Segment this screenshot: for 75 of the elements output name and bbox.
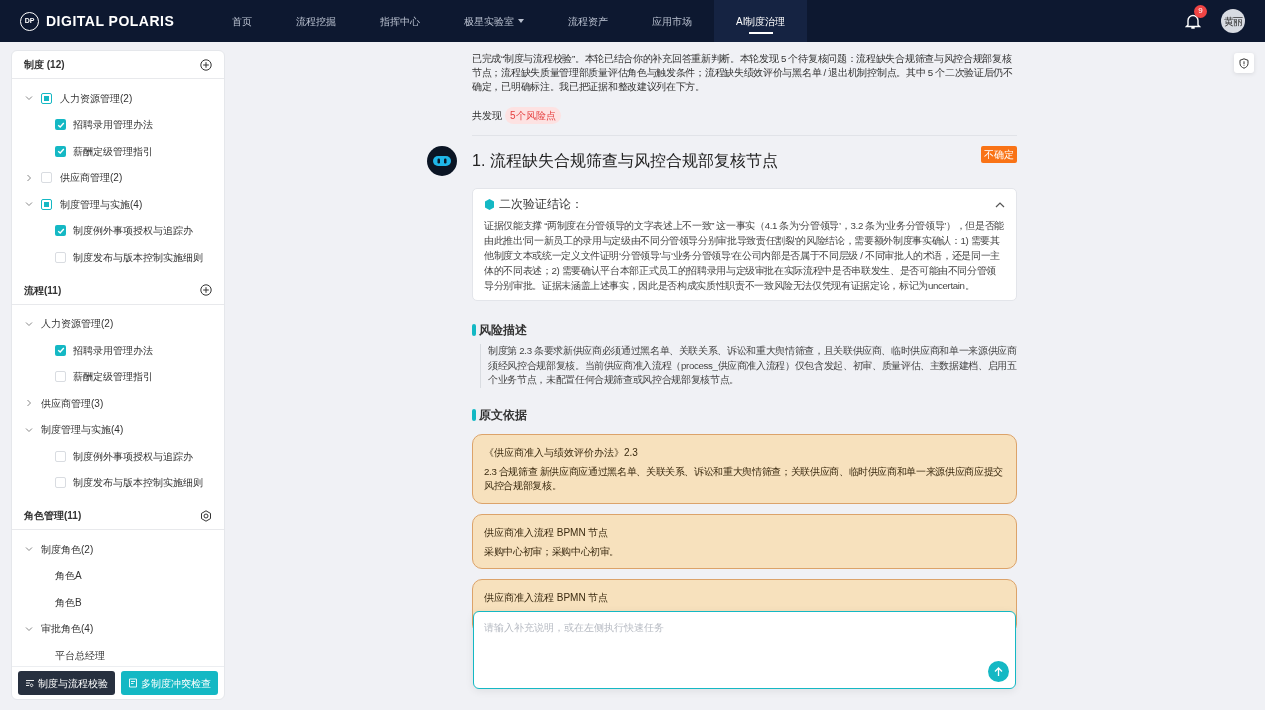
- tree-item[interactable]: 角色A: [55, 568, 82, 584]
- tree-item[interactable]: 制度发布与版本控制实施细则: [73, 249, 203, 265]
- checkbox[interactable]: [55, 225, 66, 237]
- tree-item[interactable]: 平台总经理: [55, 647, 105, 663]
- tree-item[interactable]: 招聘录用管理办法: [73, 342, 153, 358]
- list-icon: [25, 678, 35, 688]
- chevron-down-icon[interactable]: [25, 200, 33, 209]
- add-icon[interactable]: [200, 284, 212, 296]
- robot-avatar-icon: [427, 146, 457, 176]
- verification-title: 二次验证结论：: [499, 197, 584, 212]
- nav-tab[interactable]: 流程资产: [546, 0, 630, 42]
- action-button[interactable]: 制度与流程校验: [18, 671, 115, 695]
- chevron-down-icon[interactable]: [25, 425, 33, 434]
- evidence-title: 供应商准入流程 BPMN 节点: [484, 525, 610, 540]
- tree-item[interactable]: 薪酬定级管理指引: [73, 143, 153, 159]
- nav-tab[interactable]: 流程挖掘: [274, 0, 358, 42]
- tree-item[interactable]: 薪酬定级管理指引: [73, 369, 153, 385]
- tree-item[interactable]: 制度例外事项授权与追踪办: [73, 448, 193, 464]
- risk-title: 1. 流程缺失合规筛查与风控合规部复核节点: [472, 151, 779, 171]
- tree-item[interactable]: 招聘录用管理办法: [73, 117, 153, 133]
- checkbox[interactable]: [55, 119, 66, 131]
- user-avatar[interactable]: 黄丽: [1221, 9, 1245, 33]
- evidence-title: 《供应商准入与绩效评价办法》2.3: [484, 445, 639, 460]
- section-title: 制度 (12): [24, 58, 65, 72]
- section-title: 流程(11): [24, 283, 62, 298]
- chevron-down-icon[interactable]: [25, 624, 33, 633]
- tree-item[interactable]: 制度角色(2): [41, 541, 94, 557]
- tree-item[interactable]: 人力资源管理(2): [60, 90, 133, 106]
- brand-name: DIGITAL POLARIS: [46, 11, 175, 31]
- arrow-up-icon: [994, 666, 1003, 677]
- risk-count-badge: 5个风险点: [505, 107, 561, 124]
- tree-item[interactable]: 人力资源管理(2): [41, 316, 114, 332]
- evidence-text: 2.3 合规筛查 新供应商应通过黑名单、关联关系、诉讼和重大舆情筛查；关联供应商、临时供应商和单一来源供应商应提交风控合规部复核。: [484, 464, 1004, 494]
- status-badge: 不确定: [981, 146, 1017, 163]
- checkbox[interactable]: [55, 145, 66, 157]
- tree-item[interactable]: 制度管理与实施(4): [60, 196, 143, 212]
- nav-tab[interactable]: 极星实验室: [442, 0, 546, 42]
- risk-description: 制度第 2.3 条要求新供应商必须通过黑名单、关联关系、诉讼和重大舆情筛查，且关联供应商、临时供应商和单一来源供应商须经风控合规部复核。当前供应商准入流程（process_供应商准入流程）仅包含发起、初审、质量评估、主数据建档、启用五个业务节点，未配置任何合规筛查或风控合规部复核节点。: [480, 344, 1017, 388]
- nav-tab[interactable]: 应用市场: [630, 0, 714, 42]
- nav-tab[interactable]: AI制度治理: [714, 0, 808, 42]
- nav-tab[interactable]: 首页: [210, 0, 274, 42]
- tree-item[interactable]: 制度发布与版本控制实施细则: [73, 475, 203, 491]
- shield-button[interactable]: [1234, 53, 1254, 73]
- checkbox[interactable]: [41, 198, 52, 210]
- checkbox[interactable]: [55, 344, 66, 356]
- section-title: 角色管理(11): [24, 509, 82, 523]
- verification-text: 证据仅能支撑 “两制度在分管领导的文字表述上不一致” 这一事实（4.1 条为‘分管领导’，3.2 条为‘业务分管领导’），但是否能由此推出‘同一新员工的录用与定级由不同分管领导分别审批导致责任割裂’的风险结论，需要额外制度事实确认：1) 需要其他制度文本或统一定义文件证明‘分管领导’与‘业务分管领导’在公司内部是否属于不同层级 / 不同审批人的术语，还是同一主体的不同表述；2) 需要确认平台本部正式员工的招聘录用与定级审批在实际流程中是否串联发生、是否可能由不同分管领导分别审批。证据未涵盖上述事实，因此是否构成实质性职责不一致风险无法仅凭现有证据定论，标记为uncertain。: [484, 219, 1005, 294]
- badge-icon: [484, 198, 495, 212]
- tree-item[interactable]: 供应商管理(2): [60, 170, 123, 186]
- checkbox[interactable]: [41, 92, 52, 104]
- section-heading: 风险描述: [479, 322, 527, 340]
- chevron-up-icon[interactable]: [995, 201, 1005, 208]
- tree-item[interactable]: 审批角色(4): [41, 621, 94, 637]
- chevron-right-icon[interactable]: [25, 173, 33, 182]
- tree-item[interactable]: 供应商管理(3): [41, 395, 104, 411]
- chevron-down-icon[interactable]: [25, 94, 33, 103]
- nav-tab[interactable]: 指挥中心: [358, 0, 442, 42]
- tree-item[interactable]: 制度管理与实施(4): [41, 422, 124, 438]
- tree-item[interactable]: 角色B: [55, 594, 82, 610]
- composer-field[interactable]: 请输入补充说明，或在左侧执行快速任务: [473, 611, 1016, 689]
- settings-icon[interactable]: [200, 509, 212, 522]
- summary-text: 已完成“制度与流程校验”。本轮已结合你的补充回答重新判断。本轮发现 5 个待复核问题：流程缺失合规筛查与风控合规部复核节点；流程缺失质量管理部质量评估角色与触发条件；流程缺失绩效评价与黑名单 / 退出机制控制点。其中 5 个二次验证后仍不确定，已明确标注。我已把证据和整改建议列在下方。: [472, 52, 1014, 94]
- found-label: 共发现: [472, 109, 502, 123]
- evidence-text: 采购中心初审；采购中心初审。: [484, 544, 621, 559]
- chevron-down-icon[interactable]: [25, 319, 33, 328]
- shield-icon: [1239, 57, 1249, 69]
- section-heading: 原文依据: [479, 406, 527, 424]
- evidence-title: 供应商准入流程 BPMN 节点: [484, 591, 610, 606]
- tree-item[interactable]: 制度例外事项授权与追踪办: [73, 223, 193, 239]
- notification-badge: 9: [1194, 4, 1207, 18]
- chevron-down-icon[interactable]: [25, 545, 33, 554]
- bell-icon[interactable]: [1185, 12, 1201, 30]
- add-icon[interactable]: [200, 58, 212, 71]
- chevron-right-icon[interactable]: [25, 399, 33, 408]
- document-icon: [128, 678, 138, 688]
